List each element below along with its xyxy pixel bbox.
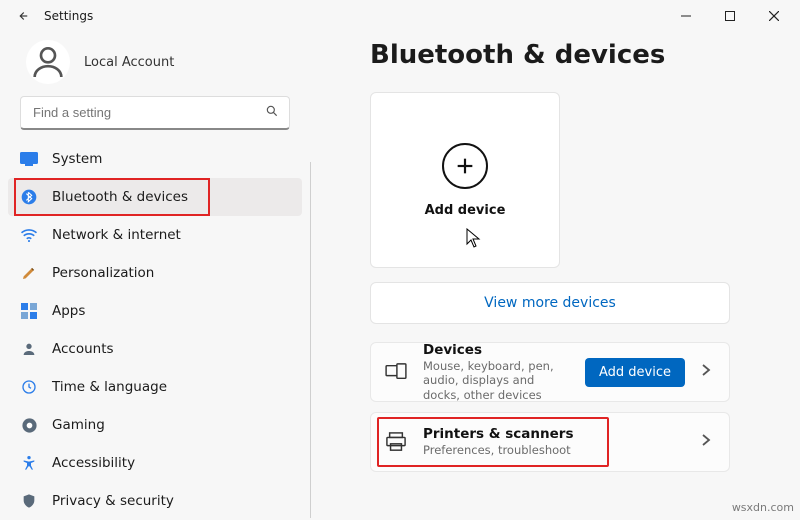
row-subtitle: Preferences, troubleshoot [423,443,685,457]
view-more-label: View more devices [484,295,616,311]
search-icon [265,104,279,122]
devices-row[interactable]: Devices Mouse, keyboard, pen, audio, dis… [370,342,730,402]
apps-icon [20,302,38,320]
window-title: Settings [44,9,93,23]
sidebar-item-label: Apps [52,303,85,319]
clock-icon [20,378,38,396]
account-name: Local Account [84,55,174,70]
divider [310,162,311,518]
shield-icon [20,492,38,510]
sidebar-item-label: Privacy & security [52,493,174,509]
search-input[interactable] [20,96,290,130]
sidebar-item-label: Bluetooth & devices [52,189,188,205]
sidebar-item-label: System [52,151,102,167]
sidebar: Local Account System [0,32,310,518]
sidebar-item-network[interactable]: Network & internet [8,216,302,254]
row-subtitle: Mouse, keyboard, pen, audio, displays an… [423,359,569,402]
minimize-button[interactable] [664,0,708,32]
person-icon [20,340,38,358]
back-button[interactable] [2,0,42,32]
sidebar-item-label: Network & internet [52,227,181,243]
sidebar-item-label: Accounts [52,341,114,357]
sidebar-item-gaming[interactable]: Gaming [8,406,302,444]
titlebar: Settings [0,0,800,32]
sidebar-item-accessibility[interactable]: Accessibility [8,444,302,482]
close-button[interactable] [752,0,796,32]
sidebar-item-label: Personalization [52,265,154,281]
accessibility-icon [20,454,38,472]
devices-icon [385,361,407,383]
gaming-icon [20,416,38,434]
add-device-label: Add device [425,203,506,218]
maximize-button[interactable] [708,0,752,32]
sidebar-item-apps[interactable]: Apps [8,292,302,330]
search-field[interactable] [31,104,265,121]
page-title: Bluetooth & devices [370,40,776,70]
wifi-icon [20,226,38,244]
printer-icon [385,431,407,453]
view-more-devices[interactable]: View more devices [370,282,730,324]
chevron-right-icon [701,433,715,451]
nav: System Bluetooth & devices Network & int… [0,140,310,520]
sidebar-item-privacy[interactable]: Privacy & security [8,482,302,520]
sidebar-item-time[interactable]: Time & language [8,368,302,406]
sidebar-item-label: Accessibility [52,455,135,471]
watermark: wsxdn.com [732,501,794,514]
sidebar-item-system[interactable]: System [8,140,302,178]
sidebar-item-personalization[interactable]: Personalization [8,254,302,292]
printers-row[interactable]: Printers & scanners Preferences, trouble… [370,412,730,472]
sidebar-item-label: Time & language [52,379,167,395]
sidebar-item-label: Gaming [52,417,105,433]
add-device-button[interactable]: Add device [585,358,685,387]
add-device-tile[interactable]: Add device [370,92,560,268]
avatar-icon [26,40,70,84]
chevron-right-icon [701,363,715,381]
display-icon [20,150,38,168]
main-content: Bluetooth & devices Add device View more… [310,32,800,518]
paintbrush-icon [20,264,38,282]
cursor-icon [466,228,482,252]
sidebar-item-accounts[interactable]: Accounts [8,330,302,368]
row-title: Devices [423,342,569,359]
sidebar-item-bluetooth[interactable]: Bluetooth & devices [8,178,302,216]
plus-icon [442,143,488,189]
row-title: Printers & scanners [423,426,685,443]
profile[interactable]: Local Account [0,36,310,96]
bluetooth-icon [20,188,38,206]
